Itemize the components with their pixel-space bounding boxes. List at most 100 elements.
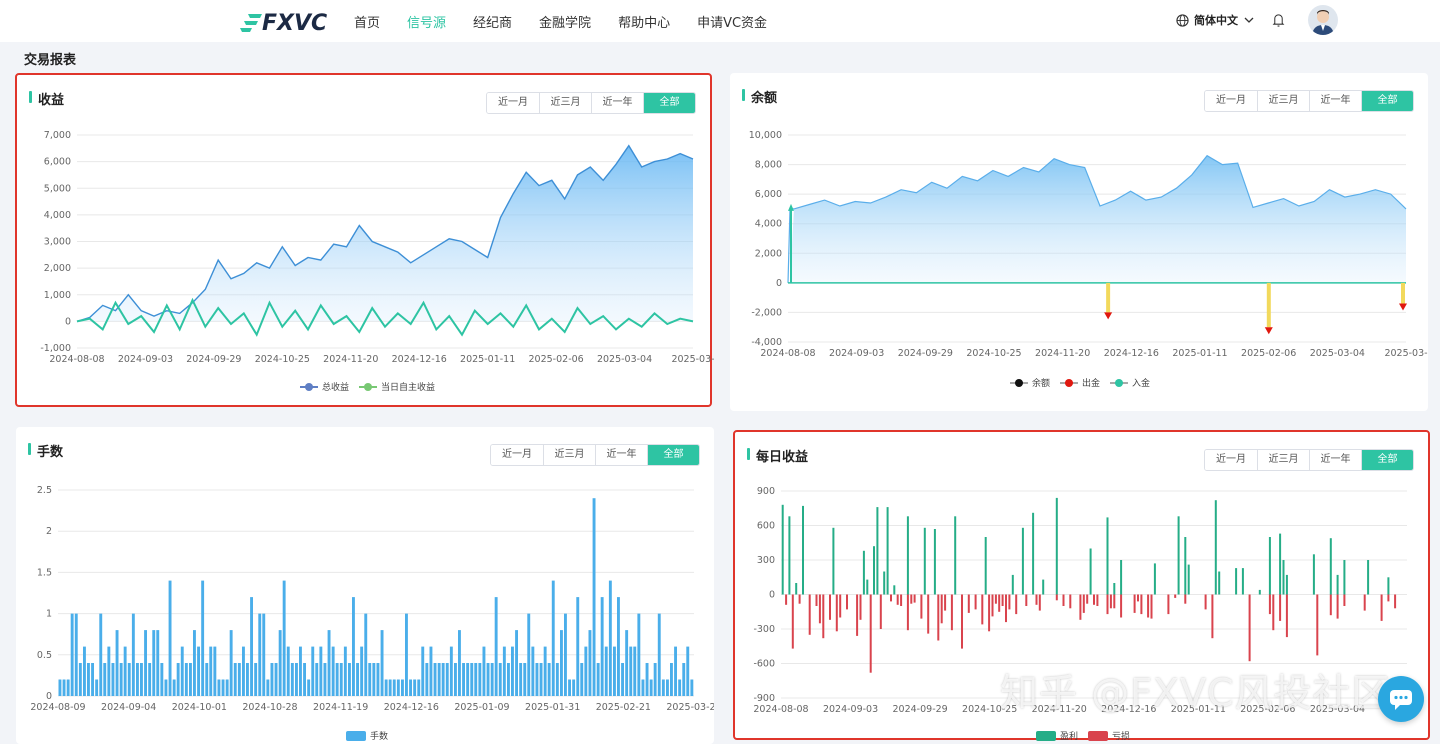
lots-bar [136,663,139,696]
y-tick-label: 4,000 [44,210,71,221]
legend-item[interactable]: 手数 [346,729,388,742]
y-tick-label: -600 [753,659,775,670]
lots-bar [523,663,527,696]
withdrawal-marker [1264,327,1273,335]
page-title: 交易报表 [24,53,77,68]
lots-bar [449,646,453,696]
loss-bar [1055,594,1058,601]
nav-item-1[interactable]: 信号源 [407,12,446,31]
lots-bar [376,663,380,696]
nav-item-5[interactable]: 申请VC资金 [697,12,767,31]
loss-bar [1329,594,1332,616]
fxvc-logo[interactable]: FXVC [240,8,330,36]
lots-bar [111,663,115,696]
loss-bar [835,594,838,632]
y-tick-label: -300 [753,624,775,635]
loss-bar [920,594,923,619]
y-tick-label: -2,000 [751,307,782,318]
deposit-marker [788,203,794,211]
loss-bar [829,594,831,620]
nav-item-2[interactable]: 经纪商 [473,12,512,31]
loss-bar [1035,594,1038,605]
lots-bar [490,663,494,696]
legend-item[interactable]: 总收益 [300,380,349,393]
legend-swatch [1088,730,1109,741]
lots-bar [592,498,596,696]
lots-bar [83,646,86,696]
lots-bar [519,663,523,696]
profit-chart: 7,000 6,000 5,000 4,000 3,000 2,000 1,000 0 -1,0… [40,130,714,365]
profit-bar [1042,579,1045,595]
loss-bar [1268,594,1271,615]
x-tick-label: 2024-08-09 [30,702,85,713]
chart-legend: 手数 [341,729,393,742]
loss-bar [981,594,984,625]
loss-bar [815,594,818,606]
profit-bar [1312,554,1315,595]
legend-label: 出金 [1082,379,1101,389]
chat-icon [1390,690,1412,710]
x-tick-label: 2024-12-16 [1104,348,1159,359]
legend-item[interactable]: 亏损 [1088,729,1130,742]
x-tick-label: 2024-10-25 [255,354,310,365]
y-tick-label: 2 [46,526,52,537]
legend-label: 总收益 [322,383,350,393]
top-navigation-bar: FXVC 首页 信号源 经纪商 金融学院 帮助中心 申请VC资金 简体中文 [0,0,1440,42]
legend-label: 余额 [1032,379,1051,389]
loss-bar [1137,594,1139,602]
chat-button[interactable] [1378,676,1424,722]
language-selector[interactable]: 简体中文 [1176,12,1254,28]
nav-item-4[interactable]: 帮助中心 [618,12,670,31]
lots-bar [197,646,200,696]
lots-bar [474,663,478,696]
loss-bar [1343,594,1346,606]
nav-item-3[interactable]: 金融学院 [539,12,591,31]
legend-item[interactable]: 入金 [1110,376,1150,389]
profit-bar [866,579,869,595]
language-label: 简体中文 [1194,14,1238,27]
lots-bar [213,646,217,696]
lots-bar [250,597,253,696]
lots-bar [327,630,331,696]
watermark: 知乎 @FXVC风投社区 [1000,671,1391,715]
legend-item[interactable]: 余额 [1010,376,1050,389]
y-tick-label: 0 [46,691,52,702]
lots-bar [486,663,490,696]
lots-bar [352,597,355,696]
lots-bar [543,646,547,696]
loss-bar [1079,594,1082,620]
lots-bar [535,663,539,696]
profit-bar [1285,574,1288,595]
lots-bar [674,646,677,696]
lots-bar [372,663,376,696]
legend-swatch [359,382,378,391]
profit-bar [1279,533,1282,595]
legend-item[interactable]: 当日自主收益 [359,380,435,393]
lots-bar [103,663,107,696]
loss-bar [1167,594,1170,615]
lots-bar [502,646,506,696]
y-tick-label: 600 [757,521,775,532]
loss-bar [1387,594,1390,602]
x-tick-label: 2025-03-04 [1310,348,1365,359]
lots-bar [629,646,633,696]
svg-text:FXVC: FXVC [262,11,327,34]
loss-bar [1008,594,1011,610]
x-tick-label: 2025-03-24 [666,702,714,713]
x-tick-label: 2024-08-08 [49,354,104,365]
nav-item-0[interactable]: 首页 [354,12,380,31]
legend-item[interactable]: 盈利 [1036,729,1078,742]
x-tick-label: 2024-08-08 [753,704,808,715]
y-tick-label: 7,000 [44,130,71,141]
lots-bar [176,663,180,696]
lots-bar [315,663,319,696]
profit-bar [1021,527,1024,595]
profit-bar [873,546,875,595]
loss-bar [1015,594,1018,615]
bell-icon[interactable] [1272,13,1285,27]
lots-bar [299,646,302,696]
legend-item[interactable]: 出金 [1060,376,1100,389]
user-avatar[interactable] [1308,5,1338,35]
lots-bar [405,613,408,696]
loss-bar [1109,594,1112,609]
